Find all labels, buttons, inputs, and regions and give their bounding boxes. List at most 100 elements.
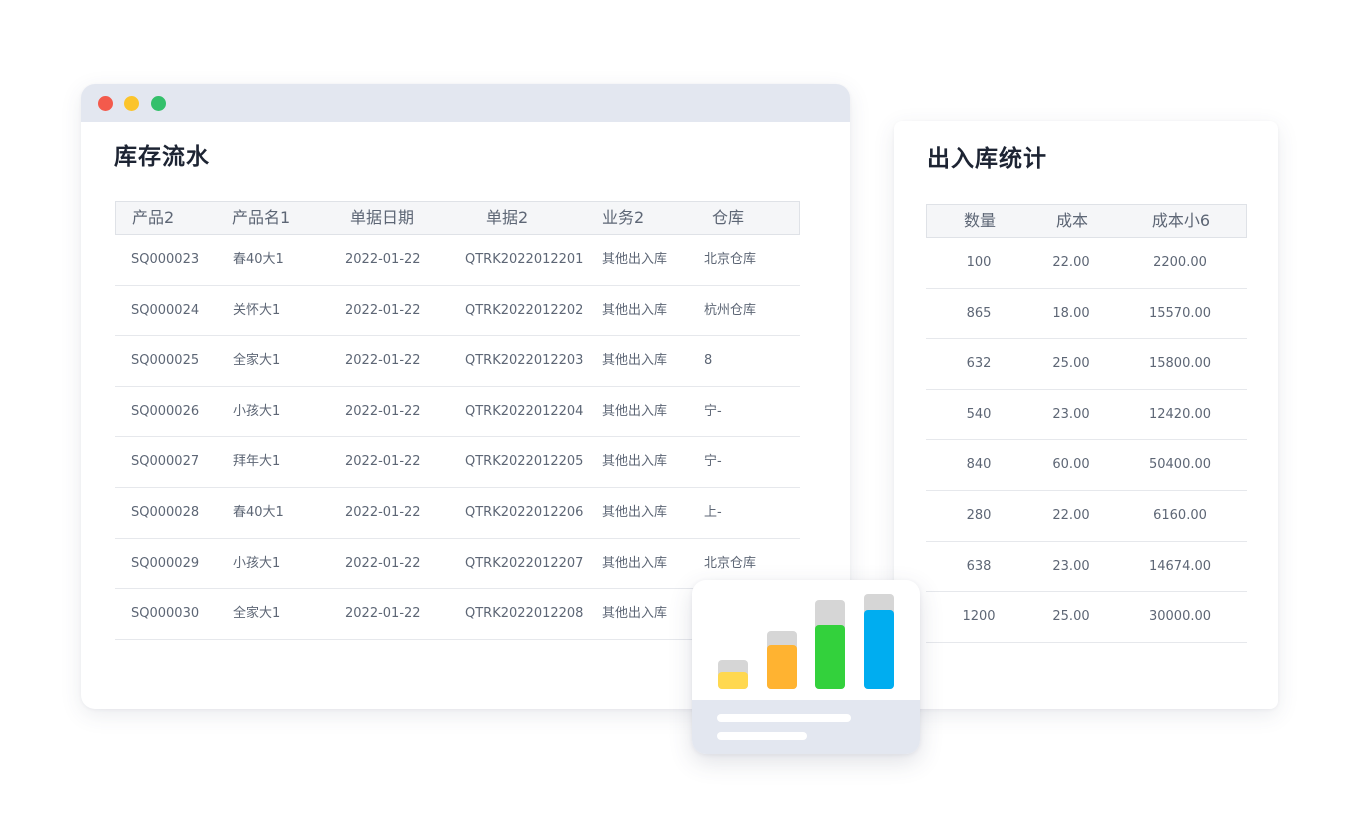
cell-cost-subtotal: 12420.00 <box>1148 406 1212 422</box>
cell-cost-subtotal: 15800.00 <box>1148 356 1212 372</box>
cell-business-type: 其他出入库 <box>602 302 668 318</box>
cell-quantity: 632 <box>966 356 992 372</box>
cell-business-type: 其他出入库 <box>602 555 668 571</box>
cell-quantity: 540 <box>966 406 992 422</box>
cell-cost: 18.00 <box>1052 305 1090 321</box>
table-row[interactable]: SQ000025 全家大1 2022-01-22 QTRK2022012203 其他出入… <box>115 336 800 387</box>
table-row[interactable]: SQ000024 关怀大1 2022-01-22 QTRK2022012202 其他出入… <box>115 286 800 337</box>
cell-product-name: 拜年大1 <box>233 454 281 470</box>
cell-quantity: 100 <box>966 255 992 270</box>
maximize-window-button[interactable] <box>151 96 166 111</box>
table-row[interactable]: 840 60.00 50400.00 <box>926 440 1247 491</box>
column-header-cost[interactable]: 成本 <box>1022 205 1122 237</box>
cell-product-name: 全家大1 <box>233 353 281 369</box>
cell-business-type: 其他出入库 <box>602 504 668 520</box>
cell-document-date: 2022-01-22 <box>345 504 421 520</box>
column-header-cost-subtotal[interactable]: 成本小6 <box>1131 205 1231 237</box>
cell-cost: 23.00 <box>1052 558 1090 574</box>
cell-product-name: 关怀大1 <box>233 302 281 318</box>
cell-product-name: 春40大1 <box>233 504 284 520</box>
cell-document-date: 2022-01-22 <box>345 555 421 571</box>
cell-quantity: 638 <box>966 558 992 574</box>
cell-warehouse: 上- <box>704 504 722 520</box>
cell-cost-subtotal: 50400.00 <box>1148 457 1212 473</box>
table-row[interactable]: SQ000028 春40大1 2022-01-22 QTRK2022012206 其他出… <box>115 488 800 539</box>
cell-document-number: QTRK2022012204 <box>465 403 584 419</box>
table-row[interactable]: 100 22.00 2200.00 <box>926 238 1247 289</box>
cell-cost: 25.00 <box>1052 356 1090 372</box>
cell-cost-subtotal: 2200.00 <box>1153 255 1207 270</box>
cell-document-date: 2022-01-22 <box>345 606 421 622</box>
window-titlebar <box>81 84 850 122</box>
table-row[interactable]: 632 25.00 15800.00 <box>926 339 1247 390</box>
cell-cost: 60.00 <box>1052 457 1090 473</box>
cell-product-name: 春40大1 <box>233 252 284 267</box>
cell-quantity: 865 <box>966 305 992 321</box>
cell-product-name: 小孩大1 <box>233 403 281 419</box>
close-window-button[interactable] <box>98 96 113 111</box>
cell-document-date: 2022-01-22 <box>345 252 421 267</box>
column-header-product[interactable]: 产品2 <box>132 202 174 234</box>
cell-document-date: 2022-01-22 <box>345 454 421 470</box>
cell-product-code: SQ000028 <box>131 504 200 520</box>
cell-product-code: SQ000030 <box>131 606 200 622</box>
column-header-document-date[interactable]: 单据日期 <box>350 202 414 234</box>
cell-document-number: QTRK2022012202 <box>465 302 584 318</box>
cell-cost-subtotal: 15570.00 <box>1148 305 1212 321</box>
cell-warehouse: 宁- <box>704 403 722 419</box>
cell-business-type: 其他出入库 <box>602 353 668 369</box>
cell-document-date: 2022-01-22 <box>345 403 421 419</box>
minimize-window-button[interactable] <box>124 96 139 111</box>
column-header-warehouse[interactable]: 仓库 <box>712 202 744 234</box>
table-row[interactable]: 540 23.00 12420.00 <box>926 390 1247 441</box>
inout-stats-table: 数量 成本 成本小6 100 22.00 2200.00 865 18.00 15570.… <box>926 204 1247 643</box>
cell-warehouse: 北京仓库 <box>704 252 757 267</box>
bar <box>718 672 748 689</box>
cell-warehouse: 宁- <box>704 454 722 470</box>
cell-product-code: SQ000025 <box>131 353 200 369</box>
table-row[interactable]: 638 23.00 14674.00 <box>926 542 1247 593</box>
column-header-product-name[interactable]: 产品名1 <box>232 202 290 234</box>
bar-chart-card <box>692 580 920 754</box>
bar <box>815 625 845 689</box>
table-row[interactable]: SQ000026 小孩大1 2022-01-22 QTRK2022012204 其他出入… <box>115 387 800 438</box>
cell-quantity: 840 <box>966 457 992 473</box>
cell-product-code: SQ000027 <box>131 454 200 470</box>
cell-cost: 22.00 <box>1052 255 1090 270</box>
table-header: 数量 成本 成本小6 <box>926 204 1247 238</box>
cell-business-type: 其他出入库 <box>602 606 668 622</box>
cell-warehouse: 杭州仓库 <box>704 302 757 318</box>
table-row[interactable]: SQ000023 春40大1 2022-01-22 QTRK2022012201 其他出… <box>115 235 800 286</box>
column-header-quantity[interactable]: 数量 <box>930 205 1030 237</box>
cell-document-date: 2022-01-22 <box>345 302 421 318</box>
table-row[interactable]: 280 22.00 6160.00 <box>926 491 1247 542</box>
bar-chart <box>692 580 920 700</box>
table-row[interactable]: 1200 25.00 30000.00 <box>926 592 1247 643</box>
table-row[interactable]: SQ000027 拜年大1 2022-01-22 QTRK2022012205 其他出入… <box>115 437 800 488</box>
inout-stats-window: 出入库统计 数量 成本 成本小6 100 22.00 2200.00 865 18.00… <box>894 121 1278 709</box>
column-header-business[interactable]: 业务2 <box>602 202 644 234</box>
cell-quantity: 280 <box>966 507 992 523</box>
bar <box>863 610 894 689</box>
table-header: 产品2 产品名1 单据日期 单据2 业务2 仓库 <box>115 201 800 235</box>
cell-product-code: SQ000026 <box>131 403 200 419</box>
column-header-document[interactable]: 单据2 <box>486 202 528 234</box>
placeholder-line <box>717 732 807 740</box>
cell-document-number: QTRK2022012208 <box>465 606 584 622</box>
cell-cost-subtotal: 6160.00 <box>1153 507 1207 523</box>
inventory-flow-table: 产品2 产品名1 单据日期 单据2 业务2 仓库 SQ000023 春40大1 20… <box>115 201 800 640</box>
cell-warehouse: 8 <box>704 353 713 369</box>
cell-document-number: QTRK2022012201 <box>465 252 584 267</box>
cell-business-type: 其他出入库 <box>602 454 668 470</box>
chart-card-footer <box>692 700 920 754</box>
cell-product-code: SQ000023 <box>131 252 200 267</box>
cell-product-code: SQ000024 <box>131 302 200 318</box>
table-body: 100 22.00 2200.00 865 18.00 15570.00 632 25.00 1… <box>926 238 1247 643</box>
cell-document-number: QTRK2022012205 <box>465 454 584 470</box>
cell-cost: 23.00 <box>1052 406 1090 422</box>
stats-title: 出入库统计 <box>927 146 1047 172</box>
bar <box>766 645 797 689</box>
table-row[interactable]: 865 18.00 15570.00 <box>926 289 1247 340</box>
cell-cost-subtotal: 14674.00 <box>1148 558 1212 574</box>
cell-business-type: 其他出入库 <box>602 403 668 419</box>
